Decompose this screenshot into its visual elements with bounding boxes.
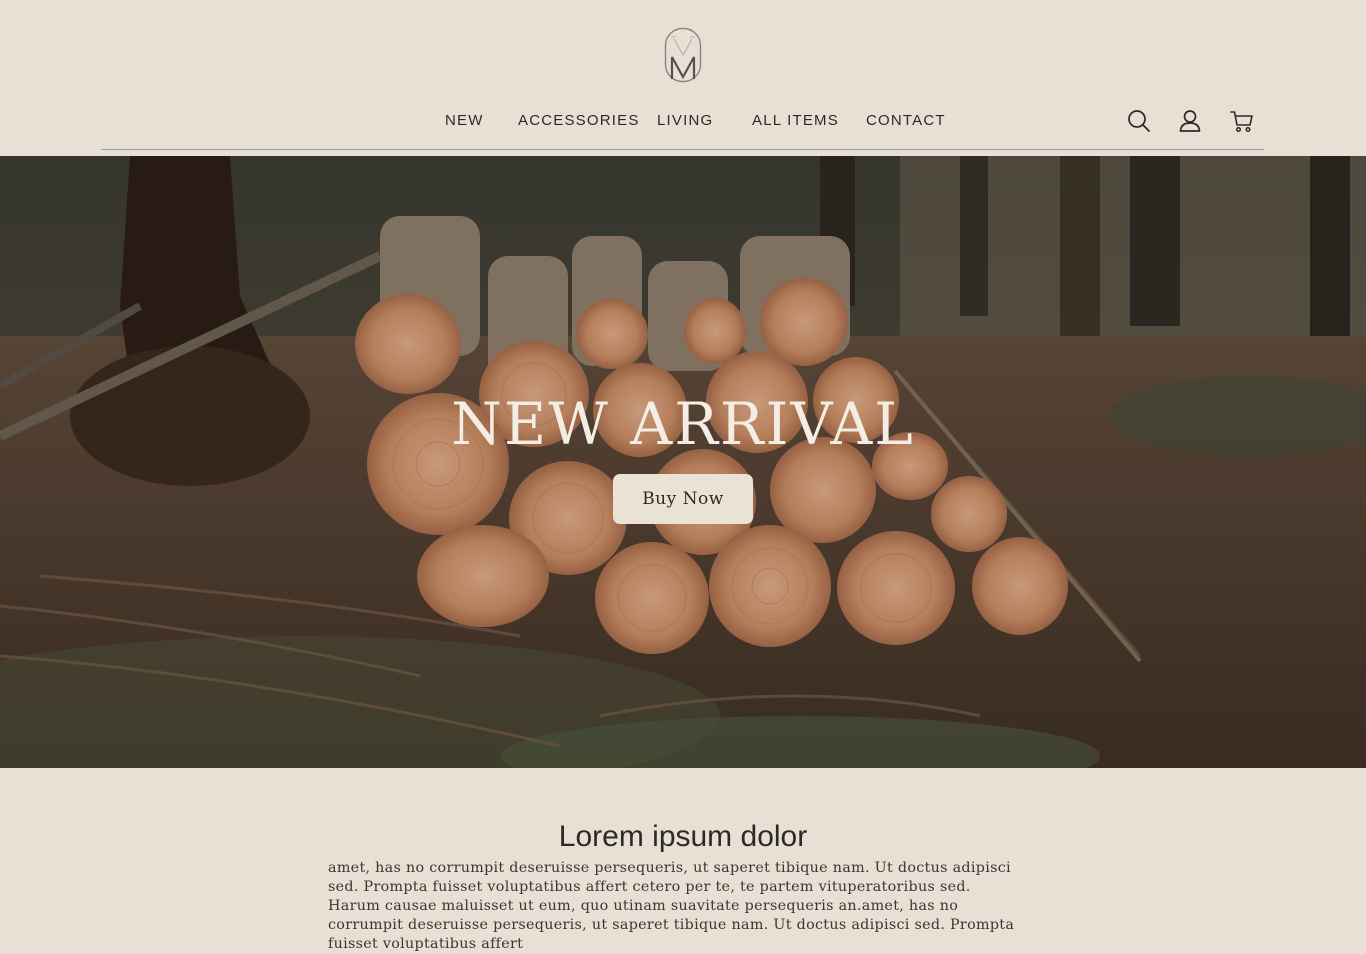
brand-logo[interactable] bbox=[664, 27, 702, 83]
header-divider bbox=[101, 149, 1264, 150]
hero-banner: NEW ARRIVAL Buy Now bbox=[0, 156, 1366, 768]
header-actions bbox=[1126, 108, 1256, 136]
site-header: NEW ACCESSORIES LIVING ALL ITEMS CONTACT bbox=[0, 0, 1366, 156]
nav-item-accessories[interactable]: ACCESSORIES bbox=[518, 112, 640, 129]
hero-title: NEW ARRIVAL bbox=[451, 390, 915, 458]
buy-now-button[interactable]: Buy Now bbox=[613, 474, 753, 524]
cart-icon[interactable] bbox=[1229, 108, 1255, 134]
nav-item-new[interactable]: NEW bbox=[445, 112, 484, 129]
nav-item-living[interactable]: LIVING bbox=[657, 112, 713, 129]
section-paragraph: amet, has no corrumpit deseruisse perseq… bbox=[328, 860, 1015, 952]
section-title: Lorem ipsum dolor bbox=[558, 820, 808, 853]
search-icon[interactable] bbox=[1126, 108, 1152, 134]
nav-item-all-items[interactable]: ALL ITEMS bbox=[752, 112, 839, 129]
intro-section: Lorem ipsum dolor amet, has no corrumpit… bbox=[0, 768, 1366, 952]
nav-item-contact[interactable]: CONTACT bbox=[866, 112, 946, 129]
user-icon[interactable] bbox=[1177, 108, 1203, 134]
hero-image-log-pile bbox=[0, 156, 1366, 768]
